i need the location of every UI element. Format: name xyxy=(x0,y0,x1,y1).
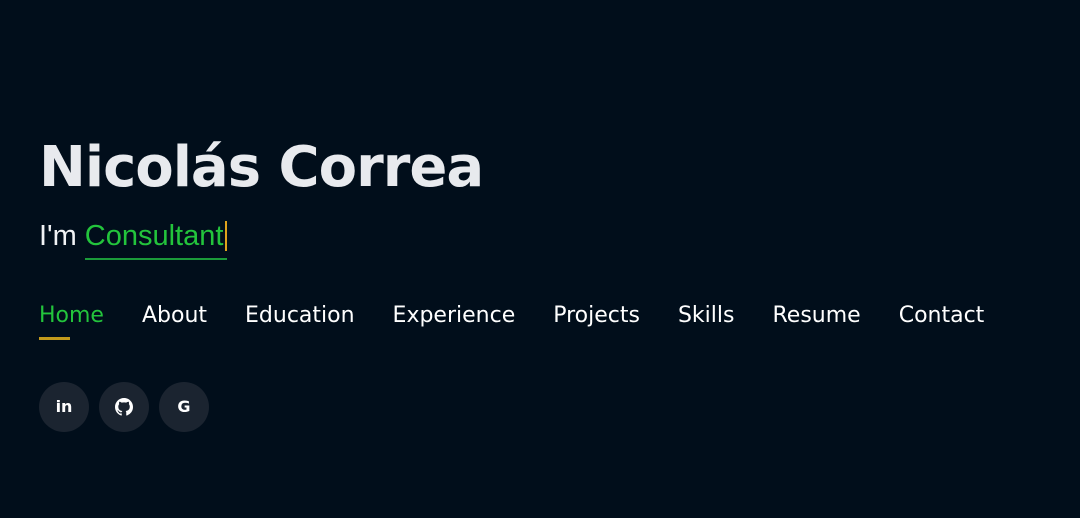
nav-item-projects[interactable]: Projects xyxy=(553,302,640,340)
hero-tagline: I'm Consultant xyxy=(39,220,1059,260)
typed-text-container: Consultant xyxy=(84,220,228,260)
typed-role-text: Consultant xyxy=(84,220,224,252)
main-nav: Home About Education Experience Projects… xyxy=(39,302,1059,340)
nav-item-about[interactable]: About xyxy=(142,302,207,340)
tagline-prefix: I'm xyxy=(39,220,77,252)
nav-item-resume[interactable]: Resume xyxy=(772,302,860,340)
nav-item-education[interactable]: Education xyxy=(245,302,355,340)
google-icon: G xyxy=(177,397,191,416)
github-button[interactable] xyxy=(99,382,149,432)
linkedin-icon: in xyxy=(55,397,73,416)
typing-cursor xyxy=(225,221,228,251)
social-links: in G xyxy=(39,382,1059,432)
github-icon xyxy=(115,398,133,416)
linkedin-button[interactable]: in xyxy=(39,382,89,432)
nav-item-skills[interactable]: Skills xyxy=(678,302,735,340)
google-button[interactable]: G xyxy=(159,382,209,432)
hero-name: Nicolás Correa xyxy=(39,135,484,200)
hero-section: Nicolás Correa I'm Consultant Home About… xyxy=(39,130,1059,432)
nav-item-home[interactable]: Home xyxy=(39,302,104,340)
nav-item-experience[interactable]: Experience xyxy=(393,302,516,340)
nav-item-contact[interactable]: Contact xyxy=(899,302,985,340)
